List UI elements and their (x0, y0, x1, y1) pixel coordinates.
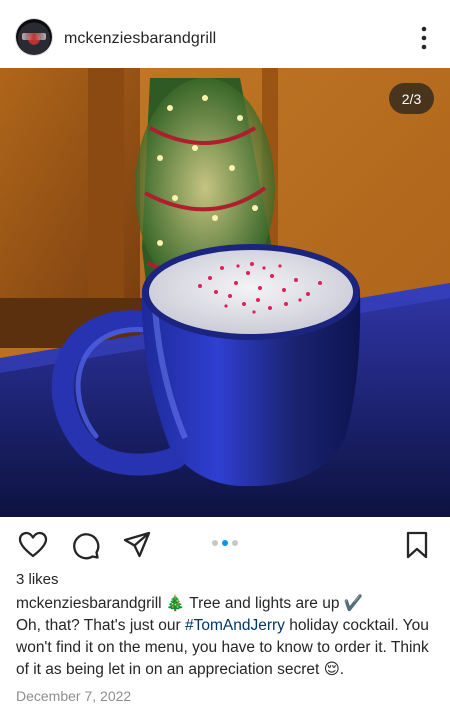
carousel-indicator (212, 540, 238, 546)
cocktail-photo-illustration (0, 68, 450, 517)
caption-text-line1: 🎄 Tree and lights are up ✔️ (161, 595, 364, 612)
more-vertical-icon[interactable] (412, 24, 436, 52)
caption-username[interactable]: mckenziesbarandgrill (16, 595, 162, 612)
carousel-dot (232, 540, 238, 546)
post-date: December 7, 2022 (16, 688, 132, 704)
hashtag-link[interactable]: #TomAndJerry (185, 617, 285, 634)
post-caption: mckenziesbarandgrill 🎄 Tree and lights a… (16, 593, 440, 681)
carousel-dot-active (222, 540, 228, 546)
carousel-dot (212, 540, 218, 546)
profile-avatar[interactable] (16, 19, 52, 55)
carousel-counter: 2/3 (389, 83, 434, 114)
bookmark-icon[interactable] (402, 530, 432, 560)
post-username[interactable]: mckenziesbarandgrill (64, 30, 216, 48)
post-header: mckenziesbarandgrill (0, 0, 450, 68)
post-photo[interactable] (0, 68, 450, 517)
caption-text-pre: Oh, that? That's just our (16, 617, 185, 634)
likes-count[interactable]: 3 likes (16, 571, 59, 588)
send-icon[interactable] (122, 530, 152, 560)
comment-icon[interactable] (70, 530, 100, 560)
heart-icon[interactable] (18, 530, 48, 560)
